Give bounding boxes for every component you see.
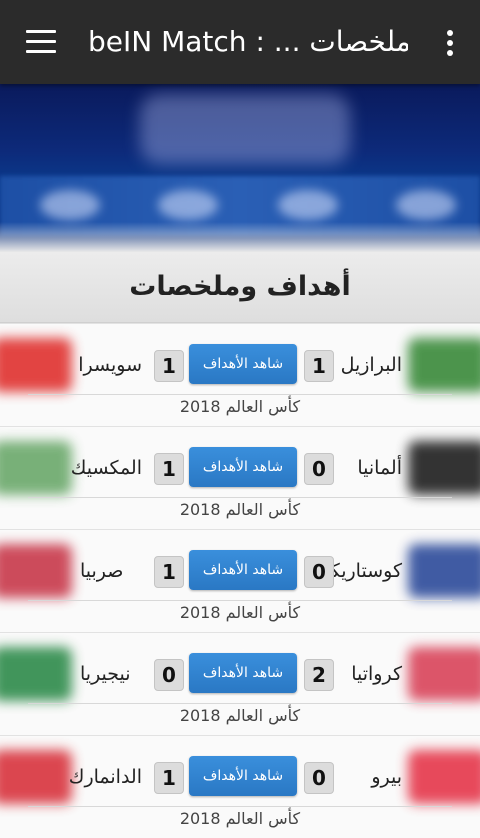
- divider: [28, 600, 452, 601]
- away-flag-icon: [0, 750, 72, 804]
- away-team-name: الدانمارك: [68, 766, 142, 788]
- watch-goals-button[interactable]: شاهد الأهداف: [189, 653, 297, 693]
- banner-image: [0, 84, 480, 252]
- watch-goals-button[interactable]: شاهد الأهداف: [189, 756, 297, 796]
- competition-label: كأس العالم 2018: [179, 706, 301, 725]
- away-score: 1: [154, 350, 184, 382]
- home-flag-icon: [408, 441, 480, 495]
- match-row[interactable]: البرازيل 1 شاهد الأهداف 1 سويسرا كأس الع…: [0, 323, 480, 426]
- more-vert-icon[interactable]: [446, 30, 454, 56]
- away-score: 0: [154, 659, 184, 691]
- hamburger-menu-icon[interactable]: [26, 30, 56, 54]
- away-flag-icon: [0, 441, 72, 495]
- competition-label: كأس العالم 2018: [179, 397, 301, 416]
- away-flag-icon: [0, 647, 72, 701]
- home-team-name: كوستاريكا: [324, 560, 402, 582]
- divider: [28, 806, 452, 807]
- away-team-name: سويسرا: [78, 354, 142, 376]
- home-flag-icon: [408, 750, 480, 804]
- match-row[interactable]: كرواتيا 2 شاهد الأهداف 0 نيجيريا كأس الع…: [0, 632, 480, 735]
- home-score: 1: [304, 350, 334, 382]
- watch-goals-button[interactable]: شاهد الأهداف: [189, 550, 297, 590]
- watch-goals-button[interactable]: شاهد الأهداف: [189, 344, 297, 384]
- competition-label: كأس العالم 2018: [179, 603, 301, 622]
- watch-goals-button[interactable]: شاهد الأهداف: [189, 447, 297, 487]
- away-score: 1: [154, 556, 184, 588]
- match-list: البرازيل 1 شاهد الأهداف 1 سويسرا كأس الع…: [0, 323, 480, 838]
- divider: [28, 703, 452, 704]
- match-row[interactable]: بيرو 0 شاهد الأهداف 1 الدانمارك كأس العا…: [0, 735, 480, 838]
- home-team-name: البرازيل: [340, 354, 402, 376]
- home-team-name: ألمانيا: [357, 457, 402, 479]
- away-team-name: المكسيك: [70, 457, 142, 479]
- match-row[interactable]: كوستاريكا 0 شاهد الأهداف 1 صربيا كأس الع…: [0, 529, 480, 632]
- home-flag-icon: [408, 647, 480, 701]
- divider: [28, 497, 452, 498]
- divider: [28, 394, 452, 395]
- away-score: 1: [154, 762, 184, 794]
- away-flag-icon: [0, 338, 72, 392]
- away-team-name: صربيا: [80, 560, 124, 582]
- competition-label: كأس العالم 2018: [179, 809, 301, 828]
- home-team-name: كرواتيا: [351, 663, 402, 685]
- away-team-name: نيجيريا: [80, 663, 131, 685]
- home-flag-icon: [408, 338, 480, 392]
- away-flag-icon: [0, 544, 72, 598]
- home-score: 0: [304, 556, 334, 588]
- home-score: 2: [304, 659, 334, 691]
- section-title: أهداف وملخصات: [0, 252, 480, 323]
- home-flag-icon: [408, 544, 480, 598]
- match-row[interactable]: ألمانيا 0 شاهد الأهداف 1 المكسيك كأس الع…: [0, 426, 480, 529]
- home-score: 0: [304, 453, 334, 485]
- competition-label: كأس العالم 2018: [179, 500, 301, 519]
- away-score: 1: [154, 453, 184, 485]
- app-bar: beIN Match : ... ملخصات: [0, 0, 480, 84]
- home-team-name: بيرو: [371, 766, 402, 788]
- app-title: beIN Match : ... ملخصات: [88, 25, 408, 58]
- home-score: 0: [304, 762, 334, 794]
